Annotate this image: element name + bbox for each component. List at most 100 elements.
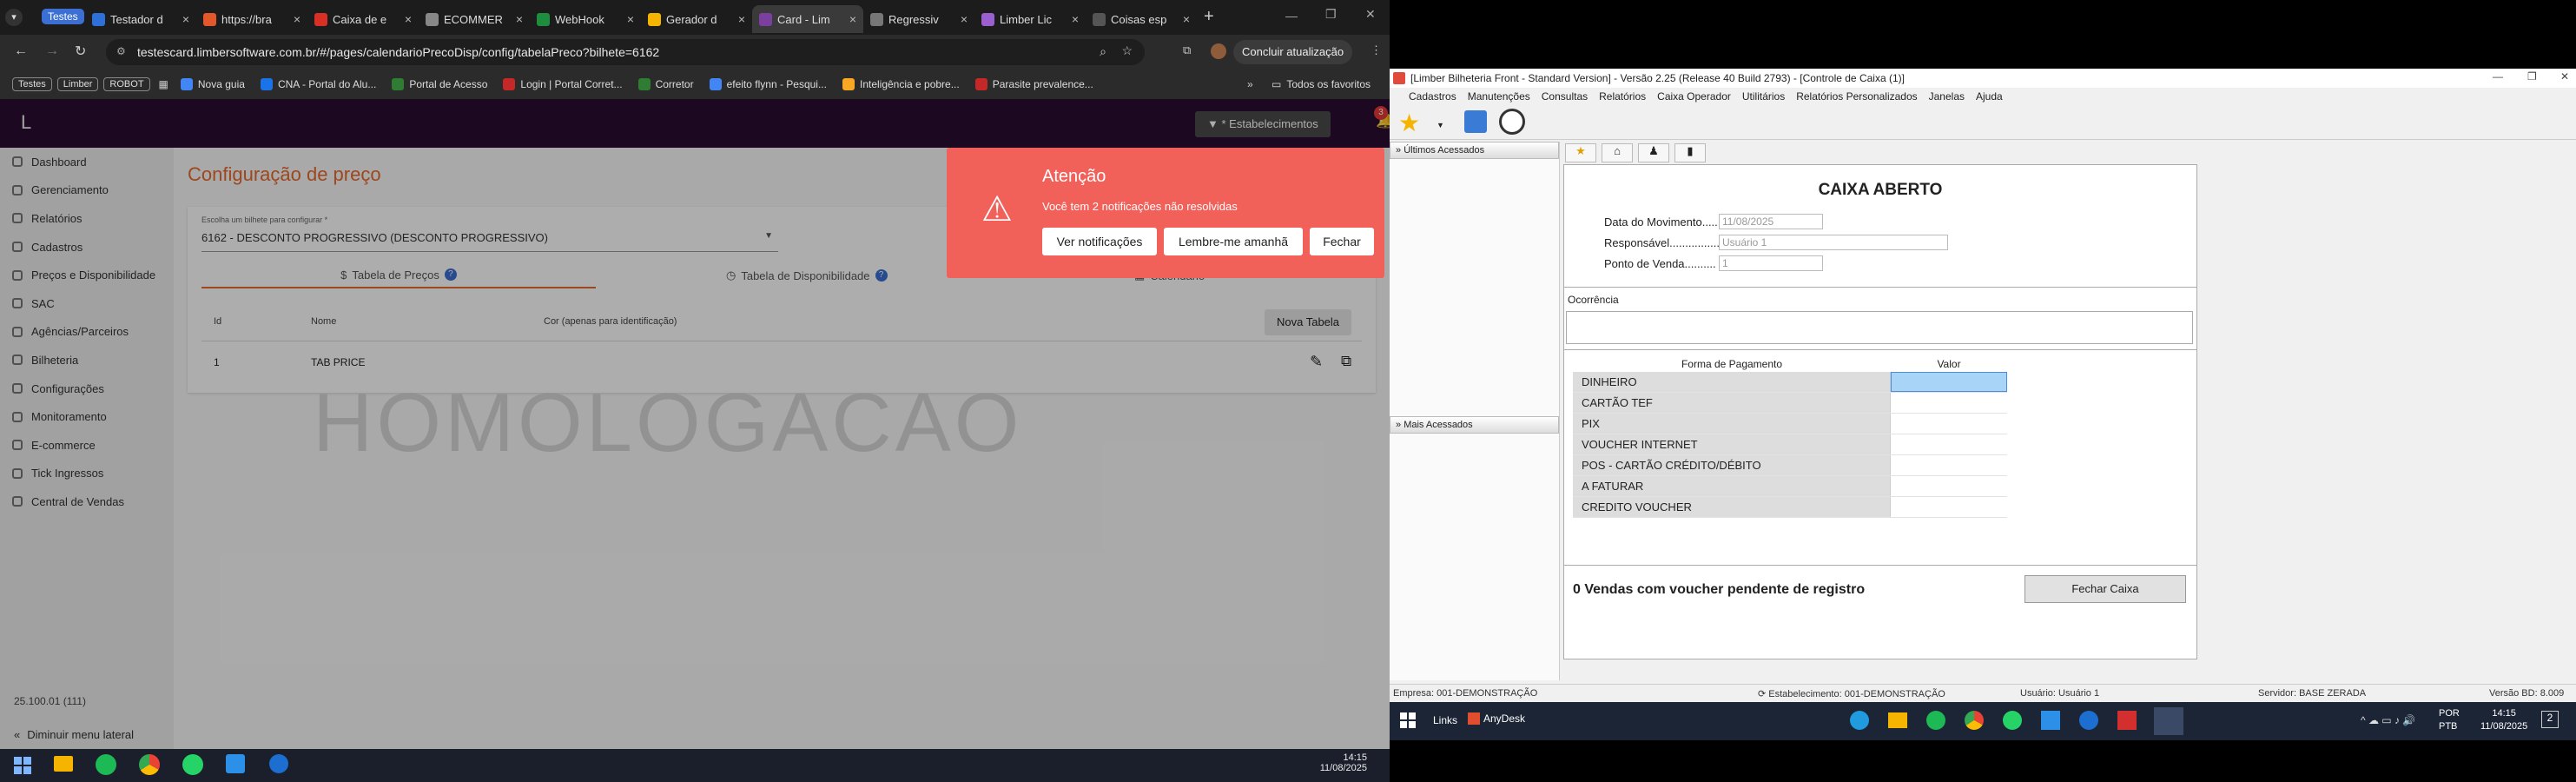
spotify-icon[interactable] bbox=[1926, 711, 1945, 730]
bookmark-group-chip[interactable]: Testes bbox=[12, 77, 52, 91]
tab-group-label[interactable]: Testes bbox=[42, 9, 84, 24]
pos-field[interactable]: 1 bbox=[1719, 255, 1823, 271]
maximize-icon[interactable]: ❐ bbox=[2527, 70, 2537, 83]
close-cash-button[interactable]: Fechar Caixa bbox=[2024, 575, 2186, 603]
zoom-icon[interactable]: ⌕ bbox=[1100, 44, 1106, 59]
payment-row[interactable]: POS - CARTÃO CRÉDITO/DÉBITO bbox=[1573, 455, 2007, 476]
close-tab-icon[interactable]: × bbox=[405, 12, 412, 26]
payment-row[interactable]: PIX bbox=[1573, 414, 2007, 434]
close-tab-icon[interactable]: × bbox=[294, 12, 301, 26]
close-tab-icon[interactable]: × bbox=[627, 12, 634, 26]
home-icon[interactable]: ⌂ bbox=[1602, 143, 1633, 162]
favorites-star-icon[interactable]: ★ bbox=[1398, 109, 1420, 137]
close-tab-icon[interactable]: × bbox=[738, 12, 745, 26]
bookmark-item[interactable]: CNA - Portal do Alu... bbox=[260, 78, 376, 90]
close-tab-icon[interactable]: × bbox=[961, 12, 968, 26]
bookmark-group-chip[interactable]: ROBOT bbox=[103, 77, 150, 91]
windows-start-icon[interactable] bbox=[14, 757, 31, 774]
browser-tab[interactable]: Coisas esp × bbox=[1086, 5, 1197, 33]
payment-row[interactable]: A FATURAR bbox=[1573, 476, 2007, 497]
menu-item[interactable]: Relatórios bbox=[1599, 90, 1646, 103]
site-info-icon[interactable]: ⚙ bbox=[116, 45, 126, 57]
payment-value-cell[interactable] bbox=[1891, 393, 2007, 413]
links-toolbar[interactable]: Links bbox=[1433, 714, 1457, 726]
book-icon[interactable]: ▮ bbox=[1674, 143, 1706, 162]
edge-icon[interactable] bbox=[1850, 711, 1869, 730]
bookmark-item[interactable]: Corretor bbox=[637, 78, 694, 90]
menu-item[interactable]: Consultas bbox=[1542, 90, 1588, 103]
payment-row[interactable]: CARTÃO TEF bbox=[1573, 393, 2007, 414]
minimize-icon[interactable]: — bbox=[1285, 9, 1298, 23]
apps-grid-icon[interactable]: ▦ bbox=[159, 78, 168, 90]
responsible-field[interactable]: Usuário 1 bbox=[1719, 235, 1948, 250]
chrome-icon[interactable] bbox=[139, 754, 160, 775]
app-shield-icon[interactable] bbox=[2079, 711, 2098, 730]
close-tab-icon[interactable]: × bbox=[1183, 12, 1190, 26]
tab-search-icon[interactable]: ▾ bbox=[5, 9, 23, 26]
close-tab-icon[interactable]: × bbox=[1072, 12, 1079, 26]
payment-row[interactable]: VOUCHER INTERNET bbox=[1573, 434, 2007, 455]
url-input[interactable]: ⚙ testescard.limbersoftware.com.br/#/pag… bbox=[106, 39, 1145, 65]
browser-tab[interactable]: Gerador d × bbox=[641, 5, 752, 33]
browser-tab[interactable]: Regressiv × bbox=[863, 5, 974, 33]
view-notifications-button[interactable]: Ver notificações bbox=[1042, 228, 1157, 255]
forward-icon[interactable]: → bbox=[45, 43, 59, 59]
bookmark-item[interactable]: efeito flynn - Pesqui... bbox=[709, 78, 827, 90]
menu-item[interactable]: Relatórios Personalizados bbox=[1796, 90, 1917, 103]
bookmark-item[interactable]: Login | Portal Corret... bbox=[503, 78, 623, 90]
file-explorer-icon[interactable] bbox=[1888, 712, 1907, 728]
whatsapp-icon[interactable] bbox=[182, 754, 203, 775]
new-tab-button[interactable]: + bbox=[1204, 7, 1214, 27]
remind-tomorrow-button[interactable]: Lembre-me amanhã bbox=[1164, 228, 1303, 255]
all-favorites[interactable]: ▭ Todos os favoritos bbox=[1271, 78, 1371, 90]
back-icon[interactable]: ← bbox=[14, 43, 28, 59]
limber-taskbar-icon[interactable] bbox=[2154, 707, 2183, 735]
close-window-icon[interactable]: ✕ bbox=[2560, 70, 2569, 83]
report-icon[interactable] bbox=[1464, 110, 1487, 133]
windows-start-icon[interactable] bbox=[1400, 712, 1416, 728]
browser-tab[interactable]: Card - Lim × bbox=[752, 5, 863, 33]
payment-value-cell[interactable] bbox=[1891, 455, 2007, 475]
close-tab-icon[interactable]: × bbox=[849, 12, 856, 26]
chrome-icon[interactable] bbox=[1965, 711, 1984, 730]
bookmark-item[interactable]: Parasite prevalence... bbox=[974, 78, 1093, 90]
close-alert-button[interactable]: Fechar bbox=[1310, 228, 1374, 255]
bookmark-item[interactable]: Portal de Acesso bbox=[392, 78, 487, 90]
bookmark-group-chip[interactable]: Limber bbox=[56, 77, 99, 91]
browser-menu-icon[interactable]: ⋮ bbox=[1371, 43, 1382, 57]
payment-value-cell[interactable] bbox=[1891, 372, 2007, 392]
language-indicator[interactable]: POR PTB bbox=[2439, 707, 2460, 733]
star-icon[interactable]: ★ bbox=[1565, 143, 1596, 162]
clock-right[interactable]: 14:15 11/08/2025 bbox=[2480, 707, 2527, 733]
payment-row[interactable]: CREDITO VOUCHER bbox=[1573, 497, 2007, 518]
menu-item[interactable]: Cadastros bbox=[1409, 90, 1456, 103]
browser-tab[interactable]: Limber Lic × bbox=[974, 5, 1086, 33]
app-shield-icon[interactable] bbox=[269, 754, 288, 773]
menu-item[interactable]: Caixa Operador bbox=[1657, 90, 1731, 103]
wps-icon[interactable] bbox=[2117, 711, 2137, 730]
menu-item[interactable]: Janelas bbox=[1929, 90, 1965, 103]
browser-tab[interactable]: Testador d × bbox=[85, 5, 196, 33]
payment-value-cell[interactable] bbox=[1891, 414, 2007, 434]
vscode-icon[interactable] bbox=[226, 754, 245, 773]
payment-row[interactable]: DINHEIRO bbox=[1573, 372, 2007, 393]
bookmarks-overflow-icon[interactable]: » bbox=[1247, 78, 1253, 90]
extensions-icon[interactable]: ⧉ bbox=[1183, 43, 1191, 57]
chevron-down-icon[interactable]: ▼ bbox=[1437, 121, 1444, 129]
menu-item[interactable]: Manutenções bbox=[1468, 90, 1530, 103]
notification-center-icon[interactable]: 2 bbox=[2541, 711, 2559, 728]
date-field[interactable]: 11/08/2025 bbox=[1719, 214, 1823, 229]
browser-tab[interactable]: Caixa de e × bbox=[307, 5, 419, 33]
spotify-icon[interactable] bbox=[96, 754, 116, 775]
close-tab-icon[interactable]: × bbox=[182, 12, 189, 26]
close-tab-icon[interactable]: × bbox=[516, 12, 523, 26]
whatsapp-icon[interactable] bbox=[2003, 711, 2022, 730]
browser-tab[interactable]: WebHook × bbox=[530, 5, 641, 33]
anydesk-button[interactable]: AnyDesk bbox=[1468, 712, 1525, 725]
payment-value-cell[interactable] bbox=[1891, 497, 2007, 517]
users-icon[interactable]: ♟ bbox=[1638, 143, 1669, 162]
vscode-icon[interactable] bbox=[2041, 711, 2060, 730]
clock-icon[interactable] bbox=[1499, 109, 1525, 135]
occurrence-input[interactable] bbox=[1566, 311, 2193, 344]
bookmark-item[interactable]: Inteligência e pobre... bbox=[842, 78, 960, 90]
